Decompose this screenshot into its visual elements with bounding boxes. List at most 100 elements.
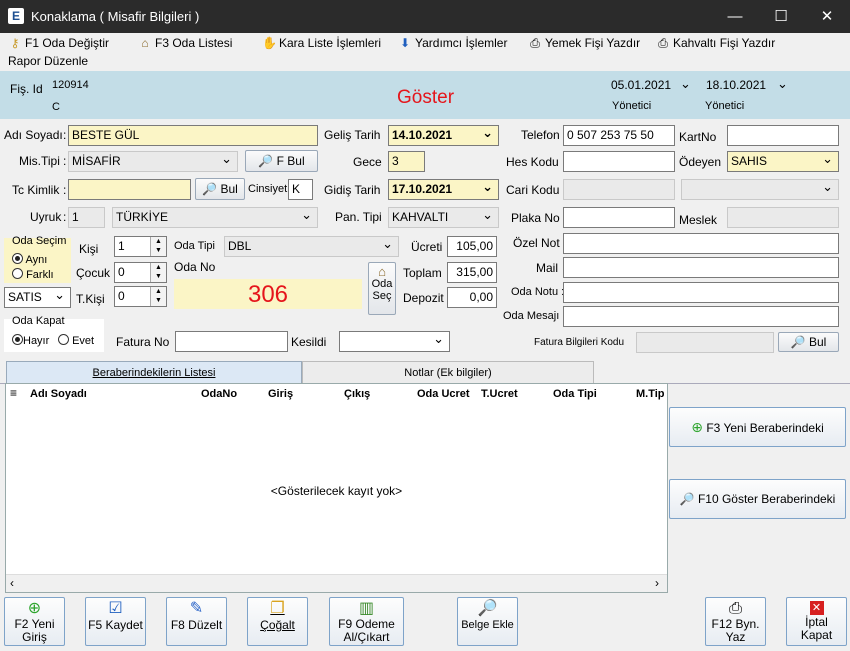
uyruk-code[interactable]: 1 <box>68 207 105 228</box>
maximize-button[interactable]: ☐ <box>758 0 804 33</box>
pantipi-select[interactable]: KAHVALTI <box>388 207 499 228</box>
plakano-input[interactable] <box>563 207 675 228</box>
menu-yardimci[interactable]: ⬇ Yardımcı İşlemler <box>398 36 508 50</box>
byn-yaz-button[interactable]: ⎙ F12 Byn. Yaz <box>705 597 766 646</box>
tckimlik-input[interactable] <box>68 179 191 200</box>
minimize-button[interactable]: — <box>712 0 758 33</box>
start-date[interactable]: 05.01.2021 <box>611 78 671 92</box>
toplam-label: Toplam <box>403 266 442 280</box>
cari-select[interactable] <box>681 179 839 200</box>
carikodu-input[interactable] <box>563 179 675 200</box>
meslek-input[interactable] <box>727 207 839 228</box>
heskodu-input[interactable] <box>563 151 675 172</box>
kisi-stepper[interactable]: 1 ▲ ▼ <box>114 236 167 257</box>
spin-arrows-icon[interactable]: ▲ ▼ <box>150 287 166 306</box>
tc-bul-button[interactable]: 🔎 Bul <box>195 178 245 200</box>
cocuk-stepper[interactable]: 0 ▲ ▼ <box>114 262 167 283</box>
gelis-date[interactable]: 14.10.2021 <box>388 125 499 146</box>
mail-input[interactable] <box>563 257 839 278</box>
col-cikis[interactable]: Çıkış <box>344 388 370 400</box>
uyruk-select[interactable]: TÜRKİYE <box>112 207 318 228</box>
adsoyad-label: Adı Soyadı <box>4 128 63 142</box>
radio-icon <box>58 334 69 345</box>
col-giris[interactable]: Giriş <box>268 388 293 400</box>
kartno-input[interactable] <box>727 125 839 146</box>
telefon-label: Telefon <box>521 128 560 142</box>
farkli-radio[interactable]: Farklı <box>12 268 54 281</box>
menu-rapor-duzenle[interactable]: Rapor Düzenle <box>8 54 88 68</box>
search-icon: 🔎 <box>790 335 806 349</box>
kaydet-button[interactable]: ☑ F5 Kaydet <box>85 597 146 646</box>
app-icon: E <box>8 8 24 24</box>
adsoyad-input[interactable]: BESTE GÜL <box>68 125 318 146</box>
cogalt-button[interactable]: ❐ Çoğalt <box>247 597 308 646</box>
ayni-radio[interactable]: Aynı <box>12 253 47 266</box>
telefon-input[interactable]: 0 507 253 75 50 <box>563 125 675 146</box>
menu-yemek-fisi[interactable]: ⎙ Yemek Fişi Yazdır <box>528 36 640 51</box>
faturano-input[interactable] <box>175 331 288 352</box>
horizontal-scrollbar[interactable]: ‹ › <box>6 574 667 592</box>
chevron-down-icon[interactable]: ⌄ <box>680 76 691 92</box>
belge-ekle-button[interactable]: 🔎 Belge Ekle <box>457 597 518 646</box>
oda-sec-button[interactable]: ⌂ Oda Seç <box>368 262 396 315</box>
menu-kara-liste[interactable]: ✋ Kara Liste İşlemleri <box>262 36 381 50</box>
col-odatipi[interactable]: Oda Tipi <box>553 388 597 400</box>
gidis-date[interactable]: 17.10.2021 <box>388 179 499 200</box>
yeni-giris-button[interactable]: ⊕ F2 Yeni Giriş <box>4 597 65 646</box>
yeni-beraberindeki-button[interactable]: ⊕ F3 Yeni Beraberindeki <box>669 407 846 447</box>
satis-select[interactable]: SATIS <box>4 287 71 308</box>
cinsiyet-input[interactable]: K <box>288 179 313 200</box>
odanotu-input[interactable] <box>563 282 839 303</box>
close-button[interactable]: ✕ <box>804 0 850 33</box>
ucret-input[interactable]: 105,00 <box>447 236 497 257</box>
depozit-input[interactable]: 0,00 <box>447 287 497 308</box>
odatipi-select[interactable]: DBL <box>224 236 399 257</box>
col-odano[interactable]: OdaNo <box>201 388 237 400</box>
gece-input[interactable]: 3 <box>388 151 425 172</box>
mistipi-select[interactable]: MİSAFİR <box>68 151 238 172</box>
col-mtip[interactable]: M.Tip <box>636 388 665 400</box>
menu-oda-listesi[interactable]: ⌂ F3 Oda Listesi <box>138 36 232 50</box>
odeyen-select[interactable]: SAHIS <box>727 151 839 172</box>
goster-beraberindeki-button[interactable]: 🔎 F10 Göster Beraberindeki <box>669 479 846 519</box>
col-odaucret[interactable]: Oda Ucret <box>417 388 470 400</box>
menu-icon[interactable]: ≡ <box>10 386 17 400</box>
tab-notlar[interactable]: Notlar (Ek bilgiler) <box>302 361 594 383</box>
col-adsoyad[interactable]: Adı Soyadı <box>30 388 87 400</box>
companions-grid[interactable]: ≡ Adı Soyadı OdaNo Giriş Çıkış Oda Ucret… <box>5 383 668 593</box>
evet-radio[interactable]: Evet <box>58 334 94 347</box>
tkisi-stepper[interactable]: 0 ▲ ▼ <box>114 286 167 307</box>
meslek-label: Meslek <box>679 213 718 227</box>
spin-arrows-icon[interactable]: ▲ ▼ <box>150 263 166 282</box>
kisi-label: Kişi <box>79 242 99 256</box>
header-panel: Fiş. Id 120914 C Göster 05.01.2021 ⌄ Yön… <box>0 71 850 119</box>
ozelnot-input[interactable] <box>563 233 839 254</box>
col-tucret[interactable]: T.Ucret <box>481 388 518 400</box>
pantipi-label: Pan. Tipi <box>335 210 382 224</box>
ucret-label: Ücreti <box>411 240 443 254</box>
iptal-kapat-button[interactable]: ✕ İptal Kapat <box>786 597 847 646</box>
pencil-icon: ✎ <box>189 600 204 617</box>
odatipi-label: Oda Tipi <box>174 240 215 252</box>
fis-sub: C <box>52 101 60 113</box>
menu-oda-degistir[interactable]: ⚷ F1 Oda Değiştir <box>8 36 109 50</box>
kesildi-select[interactable] <box>339 331 450 352</box>
chevron-down-icon[interactable]: ⌄ <box>777 76 788 92</box>
scroll-left-icon[interactable]: ‹ <box>10 576 14 590</box>
radio-selected-icon <box>12 253 23 264</box>
toplam-input[interactable]: 315,00 <box>447 262 497 283</box>
end-date[interactable]: 18.10.2021 <box>706 78 766 92</box>
scroll-right-icon[interactable]: › <box>655 576 659 590</box>
hayir-radio[interactable]: Hayır <box>12 334 49 347</box>
odamesaji-input[interactable] <box>563 306 839 327</box>
duzelt-button[interactable]: ✎ F8 Düzelt <box>166 597 227 646</box>
tckimlik-label: Tc Kimlik <box>12 183 60 197</box>
menu-kahvalti-fisi[interactable]: ⎙ Kahvaltı Fişi Yazdır <box>656 36 775 51</box>
goster-link[interactable]: Göster <box>397 87 454 109</box>
tab-beraberindekiler[interactable]: Beraberindekilerin Listesi <box>6 361 302 383</box>
fatura-bilgi-input[interactable] <box>636 332 774 353</box>
spin-arrows-icon[interactable]: ▲ ▼ <box>150 237 166 256</box>
fbul-button[interactable]: 🔎 F Bul <box>245 150 318 172</box>
fatura-bul-button[interactable]: 🔎 Bul <box>778 332 839 352</box>
odeme-button[interactable]: ▥ F9 Odeme Al/Çıkart <box>329 597 404 646</box>
